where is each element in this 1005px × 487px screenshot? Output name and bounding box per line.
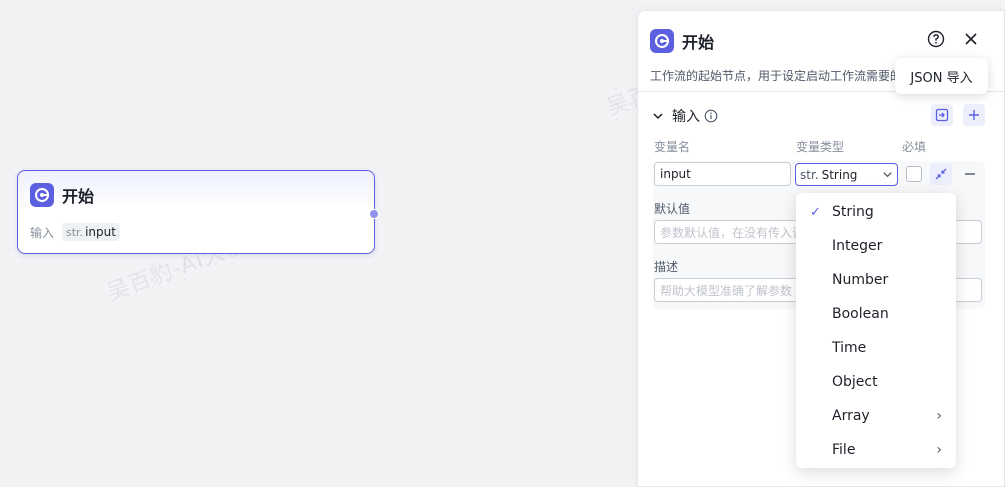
dropdown-item-label: Boolean: [832, 306, 889, 322]
chevron-down-icon: [883, 172, 892, 178]
chevron-right-icon: ›: [936, 408, 942, 424]
json-import-tooltip: JSON 导入: [895, 58, 988, 94]
minus-icon: [965, 173, 975, 175]
output-handle[interactable]: [369, 209, 379, 219]
column-var-name: 变量名: [654, 140, 691, 154]
dropdown-item-object[interactable]: Object: [796, 365, 956, 399]
node-title: 开始: [62, 187, 95, 206]
start-node-icon: [650, 29, 674, 53]
dropdown-item-string[interactable]: ✓ String: [796, 195, 956, 229]
var-type-prefix: str.: [66, 225, 84, 239]
dropdown-item-file[interactable]: File ›: [796, 433, 956, 467]
json-import-button[interactable]: [931, 104, 953, 126]
dropdown-item-label: File: [832, 442, 856, 458]
variable-type-select[interactable]: str. String: [795, 163, 898, 186]
required-checkbox[interactable]: [906, 166, 922, 182]
node-input-label: 输入: [30, 225, 55, 240]
panel-title: 开始: [682, 33, 715, 52]
dropdown-item-boolean[interactable]: Boolean: [796, 297, 956, 331]
node-header: 开始: [30, 183, 94, 207]
dropdown-item-label: Integer: [832, 238, 883, 254]
input-section-label: 输入: [672, 109, 700, 125]
dropdown-item-label: String: [832, 204, 874, 220]
dropdown-item-time[interactable]: Time: [796, 331, 956, 365]
check-icon: ✓: [810, 204, 821, 220]
dropdown-item-label: Number: [832, 272, 889, 288]
dropdown-item-array[interactable]: Array ›: [796, 399, 956, 433]
add-variable-button[interactable]: [963, 104, 985, 126]
close-icon[interactable]: [960, 28, 982, 50]
start-node[interactable]: 开始 输入 str. input: [17, 170, 379, 254]
collapse-variable-button[interactable]: [930, 163, 952, 185]
type-prefix: str.: [800, 167, 819, 182]
var-name: input: [85, 225, 116, 239]
variable-name-input[interactable]: input: [654, 162, 791, 186]
chevron-down-icon[interactable]: [652, 110, 664, 122]
node-inputs: 输入 str. input: [30, 223, 120, 241]
dropdown-item-label: Time: [832, 340, 867, 356]
dropdown-item-label: Object: [832, 374, 878, 390]
start-node-icon: [30, 183, 54, 207]
dropdown-item-integer[interactable]: Integer: [796, 229, 956, 263]
default-value-label: 默认值: [654, 202, 691, 216]
collapse-arrows-icon: [935, 168, 947, 180]
node-variable-chip: str. input: [62, 223, 120, 241]
plus-icon: [969, 110, 979, 120]
import-icon: [935, 108, 949, 122]
dropdown-item-number[interactable]: Number: [796, 263, 956, 297]
input-section-header[interactable]: 输入: [652, 106, 718, 126]
column-var-type: 变量类型: [796, 140, 845, 154]
type-dropdown-menu: ✓ String Integer Number Boolean Time Obj…: [796, 193, 956, 468]
remove-variable-button[interactable]: [959, 163, 981, 185]
description-label: 描述: [654, 260, 679, 274]
dropdown-item-label: Array: [832, 408, 870, 424]
panel-header: 开始: [650, 29, 714, 53]
help-icon[interactable]: [925, 28, 947, 50]
column-required: 必填: [902, 140, 927, 154]
type-selected-value: String: [821, 167, 858, 182]
chevron-right-icon: ›: [936, 442, 942, 458]
info-icon[interactable]: [704, 109, 718, 123]
